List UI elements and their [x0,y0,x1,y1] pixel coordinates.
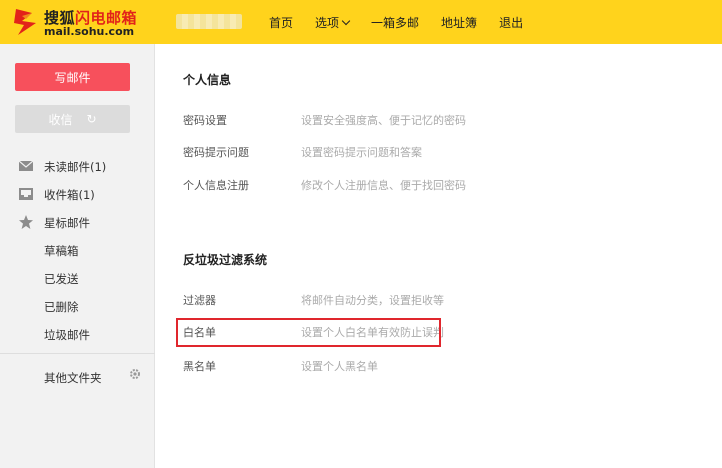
sohu-fox-logo-icon [14,9,36,35]
section-title-spam: 反垃圾过滤系统 [183,253,268,267]
sidebar-item-drafts[interactable]: 草稿箱 [0,237,155,263]
setting-row-filter[interactable]: 过滤器 将邮件自动分类，设置拒收等 [183,290,603,310]
receive-button[interactable]: 收信 ↻ [15,105,130,133]
setting-row-profile[interactable]: 个人信息注册 修改个人注册信息、便于找回密码 [183,175,603,195]
refresh-icon: ↻ [86,112,97,126]
nav-logout[interactable]: 退出 [488,14,534,31]
chevron-down-icon [341,16,351,25]
inbox-icon [19,188,33,200]
compose-button[interactable]: 写邮件 [15,63,130,91]
setting-row-whitelist[interactable]: 白名单 设置个人白名单有效防止误判 [183,322,603,342]
setting-desc: 修改个人注册信息、便于找回密码 [301,179,466,192]
top-nav: 首页 选项 一箱多邮 地址簿 退出 [258,0,534,44]
setting-desc: 设置安全强度高、便于记忆的密码 [301,114,466,127]
nav-home[interactable]: 首页 [258,14,304,31]
sidebar-divider [0,353,155,354]
nav-address-book[interactable]: 地址簿 [430,14,488,31]
blurred-username [176,14,242,29]
setting-desc: 将邮件自动分类，设置拒收等 [301,294,444,307]
setting-label[interactable]: 密码设置 [183,112,227,128]
setting-label[interactable]: 个人信息注册 [183,177,249,193]
setting-label[interactable]: 过滤器 [183,292,216,308]
sidebar-item-inbox[interactable]: 收件箱(1) [0,181,155,207]
setting-desc: 设置个人白名单有效防止误判 [301,326,444,339]
star-icon [19,215,33,229]
sidebar: 写邮件 收信 ↻ 未读邮件(1) 收件箱(1) 星标邮件 草稿箱 已发送 已删除… [0,44,155,468]
setting-desc: 设置密码提示问题和答案 [301,146,422,159]
setting-row-blacklist[interactable]: 黑名单 设置个人黑名单 [183,356,603,376]
section-title-personal: 个人信息 [183,73,232,87]
nav-options[interactable]: 选项 [304,14,360,31]
sidebar-item-unread[interactable]: 未读邮件(1) [0,153,155,179]
sidebar-item-spam[interactable]: 垃圾邮件 [0,321,155,347]
mail-icon [19,160,33,171]
top-bar: 搜狐闪电邮箱 mail.sohu.com 首页 选项 一箱多邮 地址簿 退出 [0,0,722,44]
setting-label[interactable]: 黑名单 [183,358,216,374]
setting-label[interactable]: 白名单 [183,324,216,340]
nav-multi-mailbox[interactable]: 一箱多邮 [360,14,430,31]
setting-row-password-hint[interactable]: 密码提示问题 设置密码提示问题和答案 [183,142,603,162]
sidebar-item-starred[interactable]: 星标邮件 [0,209,155,235]
setting-desc: 设置个人黑名单 [301,360,378,373]
sidebar-item-sent[interactable]: 已发送 [0,265,155,291]
sohu-mail-logo[interactable]: 搜狐闪电邮箱 mail.sohu.com [6,4,156,40]
logo-subtitle: mail.sohu.com [44,25,135,38]
setting-label[interactable]: 密码提示问题 [183,144,249,160]
sidebar-item-other-folders[interactable]: 其他文件夹 [0,364,155,390]
sidebar-item-deleted[interactable]: 已删除 [0,293,155,319]
setting-row-password[interactable]: 密码设置 设置安全强度高、便于记忆的密码 [183,110,603,130]
gear-icon[interactable] [129,368,141,380]
settings-panel: 个人信息 密码设置 设置安全强度高、便于记忆的密码 密码提示问题 设置密码提示问… [156,44,722,468]
